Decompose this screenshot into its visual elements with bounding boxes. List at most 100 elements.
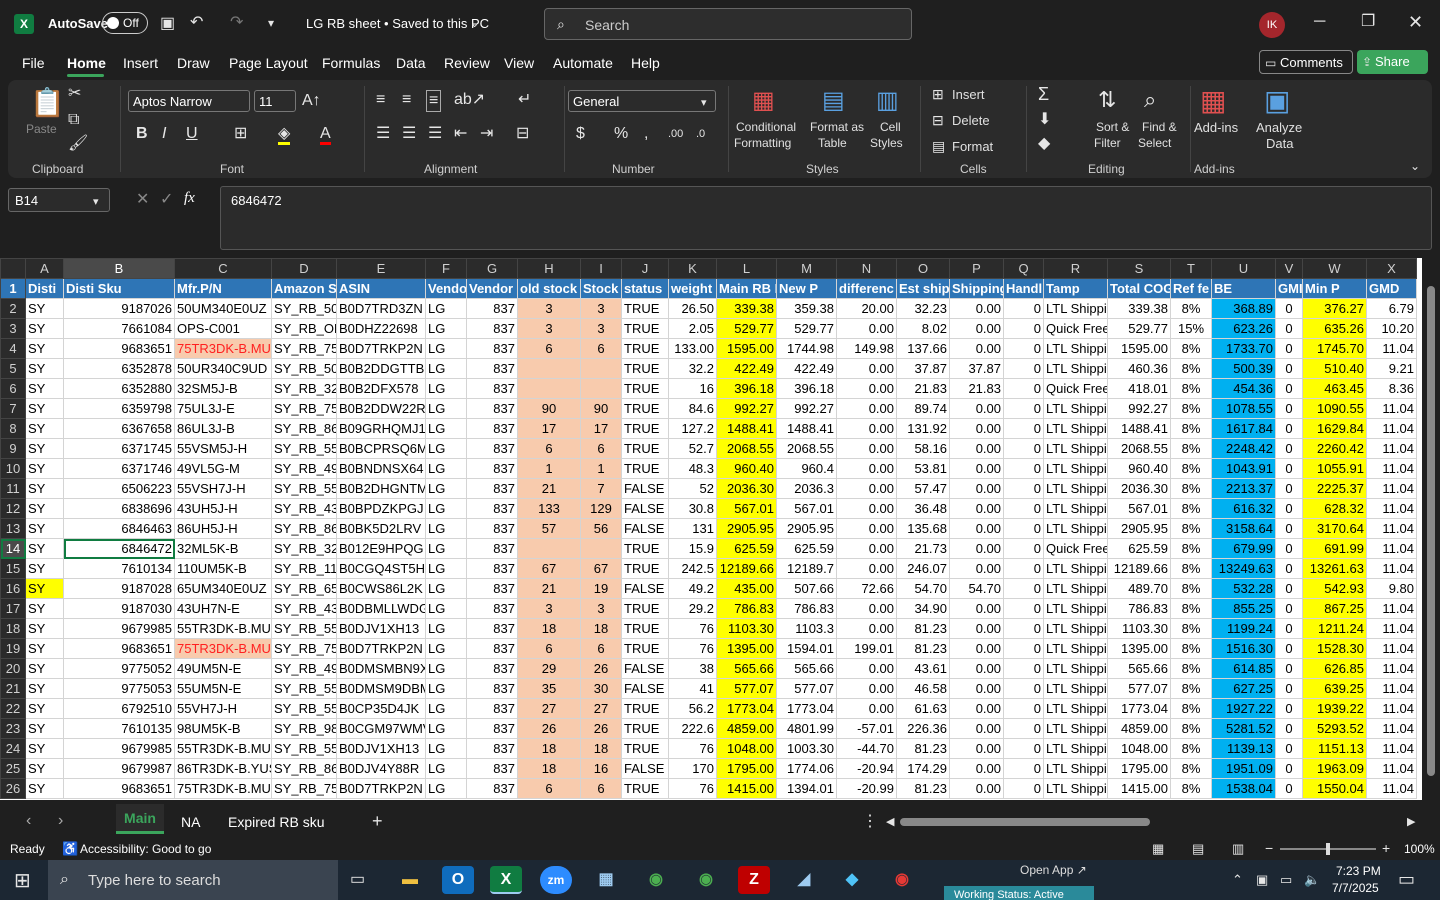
align-left-icon[interactable]: ☰ — [376, 126, 390, 142]
cell[interactable]: SY — [25, 358, 64, 379]
cell[interactable]: 131.92 — [896, 418, 950, 439]
orientation-icon[interactable]: ab↗ — [454, 92, 485, 108]
cell[interactable]: TRUE — [621, 598, 669, 619]
cell[interactable]: SY — [25, 378, 64, 399]
cell[interactable]: LG — [425, 778, 467, 799]
cell[interactable]: 6 — [580, 438, 622, 459]
cell[interactable]: 8% — [1170, 438, 1212, 459]
cell[interactable]: 1103.3 — [776, 618, 837, 639]
cell[interactable]: 0 — [1275, 438, 1303, 459]
undo-icon[interactable]: ↶ — [190, 15, 203, 31]
cell[interactable]: 1550.04 — [1302, 778, 1367, 799]
menu-review[interactable]: Review — [444, 55, 490, 71]
menu-help[interactable]: Help — [631, 55, 660, 71]
cell[interactable]: 359.38 — [776, 298, 837, 319]
cell[interactable]: 867.25 — [1302, 598, 1367, 619]
cell[interactable]: 3 — [580, 298, 622, 319]
cell[interactable]: 3 — [580, 318, 622, 339]
cell[interactable]: LG — [425, 558, 467, 579]
cell[interactable]: 0 — [1003, 658, 1044, 679]
customize-toolbar-icon[interactable]: ▾ — [268, 15, 274, 31]
cell[interactable]: 50UR340C9UD — [174, 358, 272, 379]
cell[interactable]: 9187028 — [63, 578, 175, 599]
cell[interactable]: 837 — [466, 298, 518, 319]
cell[interactable]: Quick Free — [1043, 378, 1108, 399]
column-title[interactable]: ASIN — [336, 278, 426, 299]
fill-color-icon[interactable]: ◈ — [278, 126, 291, 145]
cell[interactable]: 837 — [466, 558, 518, 579]
sheet-tab-main[interactable]: Main — [116, 804, 164, 834]
cell[interactable]: 21 — [517, 478, 581, 499]
cell[interactable]: 55TR3DK-B.MUS — [174, 618, 272, 639]
cell[interactable]: 0.00 — [836, 518, 897, 539]
cell[interactable]: SY_RB_86T — [271, 758, 337, 779]
cell[interactable]: B0CGQ4ST5H — [336, 558, 426, 579]
cell[interactable]: 1151.13 — [1302, 738, 1367, 759]
cell[interactable]: SY — [25, 758, 64, 779]
cell[interactable]: 1090.55 — [1302, 398, 1367, 419]
cell[interactable]: 67 — [517, 558, 581, 579]
format-label[interactable]: Format — [952, 139, 993, 154]
cell[interactable]: 0.00 — [949, 538, 1004, 559]
cell[interactable]: LG — [425, 598, 467, 619]
clock-date[interactable]: 7/7/2025 — [1332, 881, 1379, 895]
cell[interactable]: 54.70 — [949, 578, 1004, 599]
row-header[interactable]: 10 — [0, 458, 26, 479]
cell[interactable]: LTL Shippi — [1043, 738, 1108, 759]
cell[interactable]: -44.70 — [836, 738, 897, 759]
cell[interactable]: LTL Shippi — [1043, 358, 1108, 379]
cell[interactable]: TRUE — [621, 738, 669, 759]
chrome-alt-icon[interactable]: ◉ — [886, 866, 918, 894]
cell[interactable]: 4859.00 — [1107, 718, 1171, 739]
cell[interactable]: B0B2DDW22R — [336, 398, 426, 419]
row-header[interactable]: 8 — [0, 418, 26, 439]
cell[interactable]: 8% — [1170, 598, 1212, 619]
cell[interactable]: FALSE — [621, 478, 669, 499]
cell[interactable]: 8% — [1170, 718, 1212, 739]
cell[interactable]: 37.87 — [896, 358, 950, 379]
menu-home[interactable]: Home — [67, 55, 106, 71]
cell[interactable]: LG — [425, 498, 467, 519]
cell[interactable]: 7610134 — [63, 558, 175, 579]
cell[interactable]: 0.00 — [836, 498, 897, 519]
cell[interactable] — [580, 358, 622, 379]
cell[interactable]: 0.00 — [836, 438, 897, 459]
cell[interactable]: LTL Shippi — [1043, 658, 1108, 679]
cell[interactable]: 837 — [466, 338, 518, 359]
menu-insert[interactable]: Insert — [123, 55, 158, 71]
cell[interactable]: SY — [25, 458, 64, 479]
network-icon[interactable]: ▭ — [1280, 872, 1292, 888]
cell[interactable]: 837 — [466, 398, 518, 419]
cell[interactable]: -20.99 — [836, 778, 897, 799]
cell[interactable]: 12189.66 — [716, 558, 777, 579]
cell[interactable]: 29 — [517, 658, 581, 679]
zoom-in-icon[interactable]: + — [1382, 840, 1390, 856]
cell[interactable]: TRUE — [621, 618, 669, 639]
cell[interactable]: 55UM5N-E — [174, 678, 272, 699]
cell[interactable]: TRUE — [621, 458, 669, 479]
cell[interactable]: 0.00 — [949, 518, 1004, 539]
insert-function-button[interactable]: fx — [184, 190, 195, 207]
cell[interactable]: 577.07 — [716, 678, 777, 699]
cell[interactable]: 53.81 — [896, 458, 950, 479]
cell[interactable]: 30 — [580, 678, 622, 699]
cell[interactable]: 0.00 — [836, 478, 897, 499]
cell[interactable]: LG — [425, 358, 467, 379]
cell[interactable]: 26.50 — [668, 298, 717, 319]
cell[interactable]: 418.01 — [1107, 378, 1171, 399]
cell[interactable]: 0.00 — [949, 658, 1004, 679]
cell[interactable]: 368.89 — [1211, 298, 1276, 319]
cell[interactable]: 0 — [1275, 698, 1303, 719]
cell[interactable]: 339.38 — [716, 298, 777, 319]
cell[interactable]: 0 — [1275, 338, 1303, 359]
cell[interactable]: 6792510 — [63, 698, 175, 719]
cell[interactable]: 32.23 — [896, 298, 950, 319]
cell[interactable]: 837 — [466, 718, 518, 739]
cell[interactable]: 1199.24 — [1211, 618, 1276, 639]
cell[interactable]: 1617.84 — [1211, 418, 1276, 439]
fill-icon[interactable]: ⬇ — [1038, 112, 1051, 128]
cell[interactable]: 6 — [517, 338, 581, 359]
column-title[interactable]: GMI — [1275, 278, 1303, 299]
cell[interactable]: 3158.64 — [1211, 518, 1276, 539]
cell[interactable]: LG — [425, 698, 467, 719]
